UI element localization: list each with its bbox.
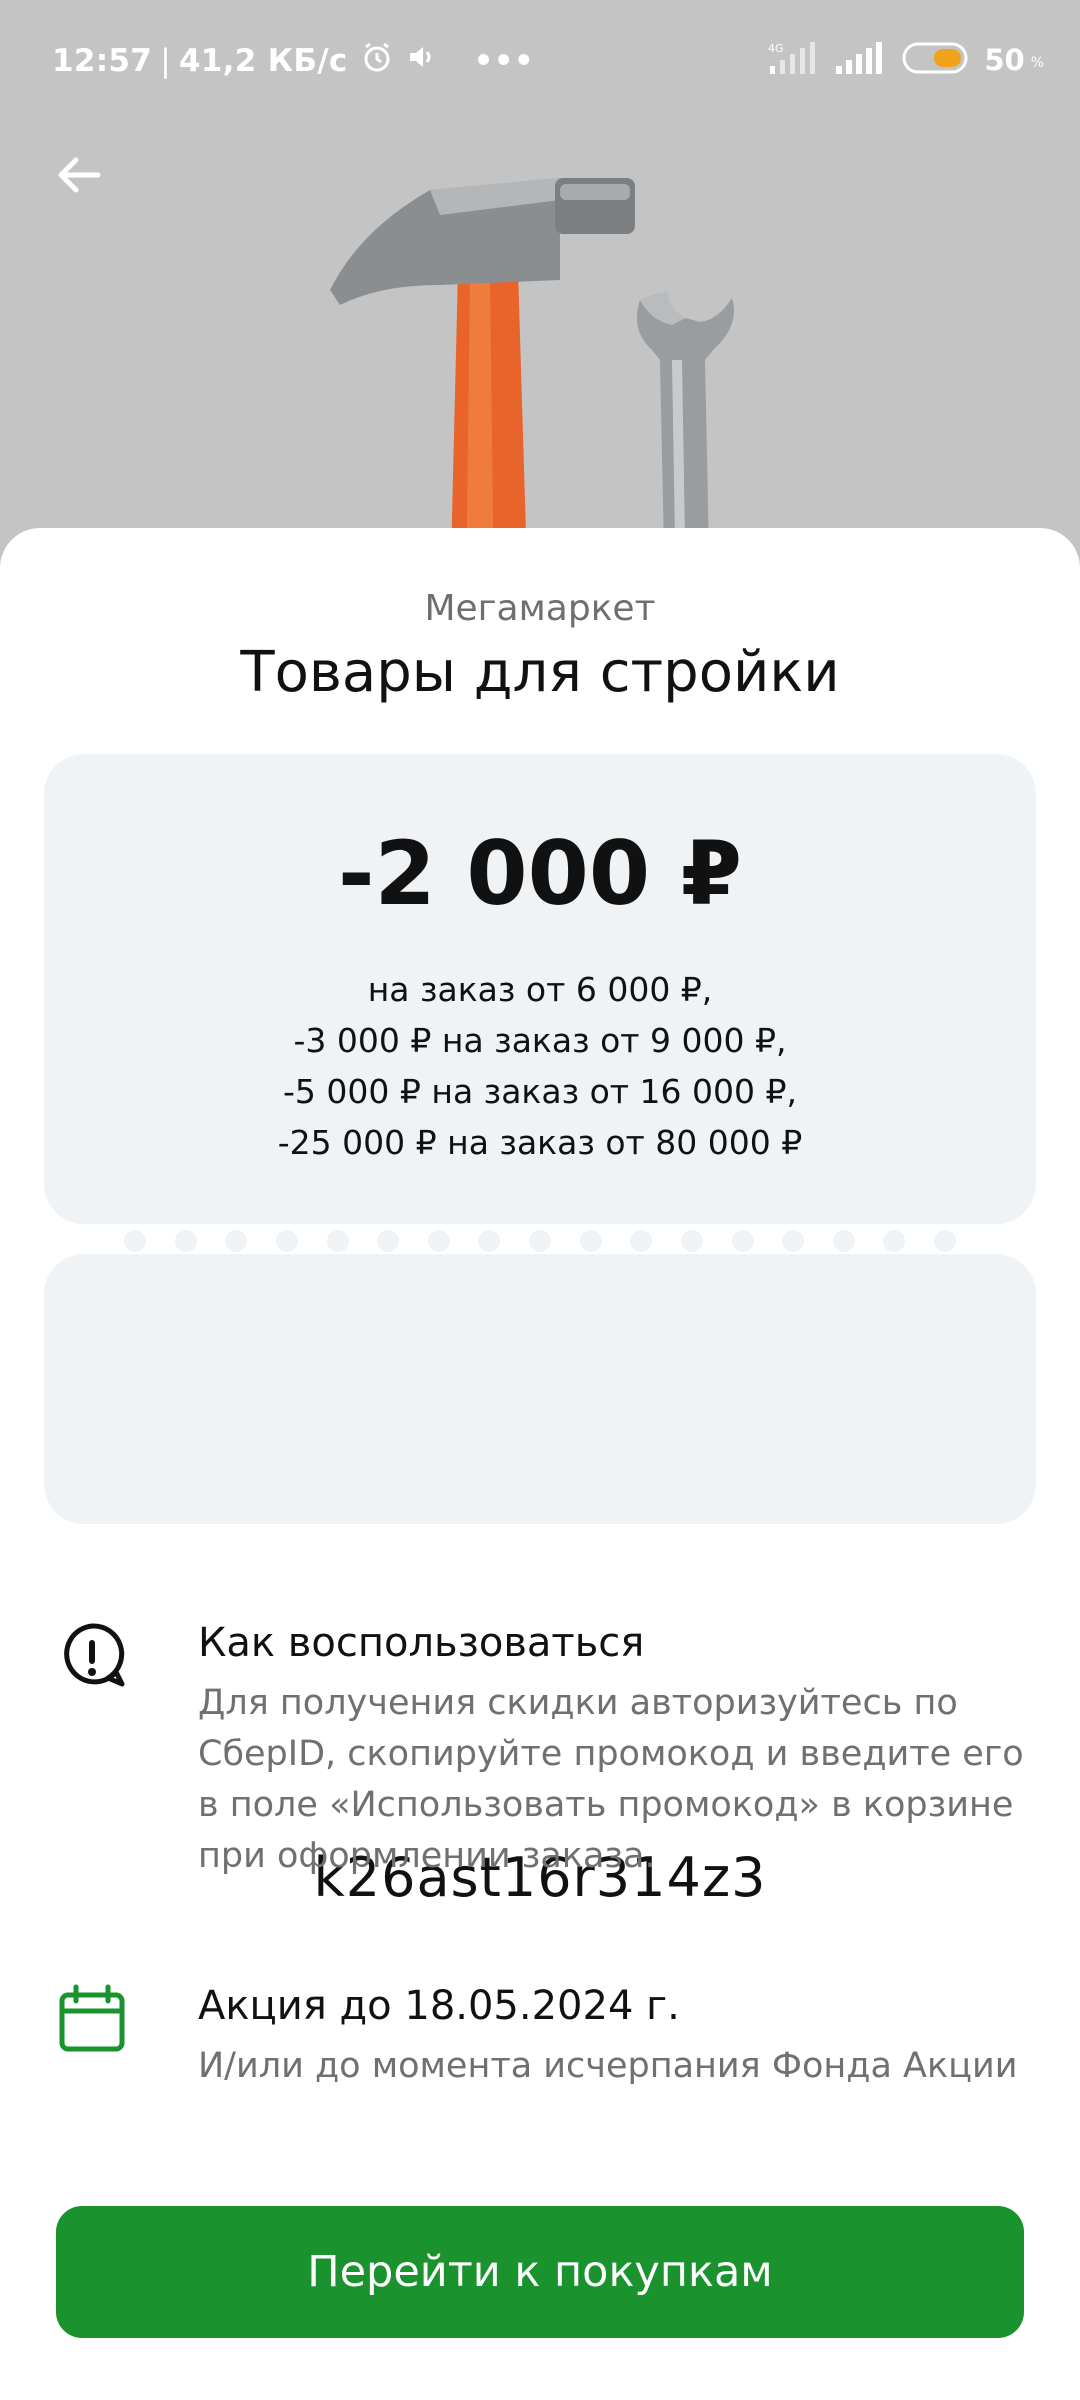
condition-line: -5 000 ₽ на заказ от 16 000 ₽,	[283, 1072, 797, 1111]
condition-line: -25 000 ₽ на заказ от 80 000 ₽	[277, 1123, 803, 1162]
battery-level: 50	[984, 43, 1025, 77]
coupon-card: -2 000 ₽ на заказ от 6 000 ₽, -3 000 ₽ н…	[24, 754, 1056, 1909]
offer-sheet: Мегамаркет Товары для стройки -2 000 ₽ н…	[0, 528, 1080, 2400]
status-speed: 41,2 КБ/с	[178, 43, 348, 79]
calendar-icon	[56, 1983, 128, 2055]
validity-text: И/или до момента исчерпания Фонда Акции	[198, 2046, 1018, 2086]
how-to-use-title: Как воспользоваться	[198, 1620, 645, 1666]
discount-amount: -2 000 ₽	[338, 822, 742, 925]
info-exclamation-icon	[56, 1620, 128, 1692]
offer-title: Товары для стройки	[240, 640, 840, 705]
how-to-use-section: Как воспользоваться Для получения скидки…	[56, 1620, 1046, 1876]
condition-line: на заказ от 6 000 ₽,	[367, 970, 713, 1009]
discount-conditions: на заказ от 6 000 ₽, -3 000 ₽ на заказ о…	[44, 964, 1036, 1168]
coupon-notch-right	[1016, 1219, 1056, 1259]
how-to-use-text: Для получения скидки авторизуйтесь по Сб…	[198, 1683, 1024, 1876]
hero-image: 12:57 | 41,2 КБ/с ••• 4G 50 %	[0, 0, 1080, 600]
coupon-perforation	[124, 1230, 956, 1252]
status-separator: |	[160, 43, 171, 79]
network-type: 4G	[768, 42, 784, 55]
volume-icon	[406, 41, 438, 81]
validity-section: Акция до 18.05.2024 г. И/или до момента …	[56, 1983, 1046, 2103]
condition-line: -3 000 ₽ на заказ от 9 000 ₽,	[293, 1021, 787, 1060]
status-bar: 12:57 | 41,2 КБ/с ••• 4G 50 %	[0, 0, 1080, 128]
status-time: 12:57	[52, 43, 153, 79]
more-notifications-icon: •••	[473, 43, 534, 79]
validity-title: Акция до 18.05.2024 г.	[198, 1983, 680, 2029]
battery-percent-sign: %	[1030, 55, 1044, 71]
coupon-notch-left	[24, 1219, 64, 1259]
go-to-shopping-button[interactable]: Перейти к покупкам	[56, 2206, 1024, 2338]
alarm-icon	[360, 40, 394, 82]
signal-4g-icon: 4G	[766, 40, 824, 80]
coupon-discount-section: -2 000 ₽ на заказ от 6 000 ₽, -3 000 ₽ н…	[44, 754, 1036, 1224]
arrow-left-icon	[58, 157, 101, 193]
back-button[interactable]	[44, 140, 114, 210]
promo-code-section[interactable]: k26ast16r314z3	[44, 1254, 1036, 1909]
battery-icon	[902, 41, 972, 79]
merchant-name: Мегамаркет	[424, 588, 656, 629]
signal-icon	[834, 40, 884, 80]
